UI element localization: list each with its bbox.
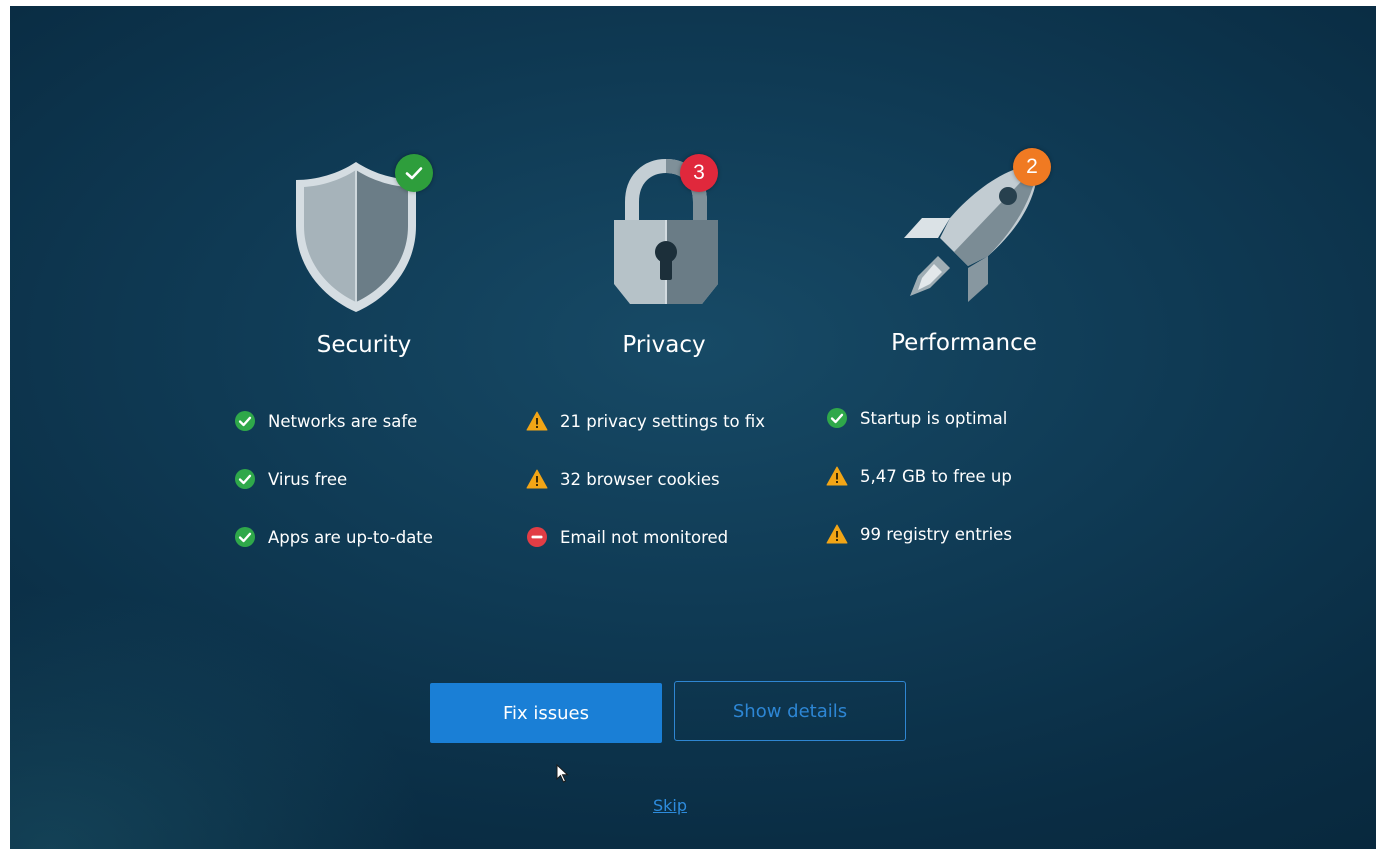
privacy-title: Privacy: [622, 332, 706, 358]
status-text: Networks are safe: [268, 411, 418, 431]
performance-badge: 2: [1013, 148, 1051, 186]
status-text: 99 registry entries: [860, 524, 1012, 544]
security-badge: [395, 154, 433, 192]
status-text: Virus free: [268, 469, 348, 489]
status-text: 5,47 GB to free up: [860, 466, 1012, 486]
status-item: 99 registry entries: [826, 505, 1012, 563]
performance-status-list: Startup is optimal 5,47 GB to free up 99…: [826, 389, 1012, 563]
check-circle-icon: [234, 410, 256, 432]
status-item: Apps are up-to-date: [234, 508, 433, 566]
mouse-pointer-icon: [556, 763, 570, 788]
warning-icon: [826, 465, 848, 487]
status-text: Apps are up-to-date: [268, 527, 433, 547]
status-text: 32 browser cookies: [560, 469, 720, 489]
fix-issues-button[interactable]: Fix issues: [430, 683, 662, 743]
minus-circle-icon: [526, 526, 548, 548]
privacy-status-list: 21 privacy settings to fix 32 browser co…: [526, 392, 765, 566]
status-item: Email not monitored: [526, 508, 765, 566]
scan-results-screen: Security Networks are safe Virus free Ap…: [10, 6, 1376, 849]
performance-title: Performance: [891, 330, 1037, 356]
security-title: Security: [316, 332, 412, 358]
status-item: Virus free: [234, 450, 433, 508]
skip-link[interactable]: Skip: [610, 796, 730, 815]
privacy-badge: 3: [680, 154, 718, 192]
warning-icon: [526, 468, 548, 490]
security-status-list: Networks are safe Virus free Apps are up…: [234, 392, 433, 566]
show-details-button[interactable]: Show details: [674, 681, 906, 741]
status-item: Networks are safe: [234, 392, 433, 450]
status-item: 32 browser cookies: [526, 450, 765, 508]
check-circle-icon: [826, 407, 848, 429]
status-text: Startup is optimal: [860, 408, 1008, 428]
warning-icon: [526, 410, 548, 432]
status-item: 21 privacy settings to fix: [526, 392, 765, 450]
status-item: 5,47 GB to free up: [826, 447, 1012, 505]
check-circle-icon: [234, 526, 256, 548]
status-text: 21 privacy settings to fix: [560, 411, 766, 431]
warning-icon: [826, 523, 848, 545]
status-text: Email not monitored: [560, 527, 729, 547]
check-circle-icon: [234, 468, 256, 490]
status-item: Startup is optimal: [826, 389, 1012, 447]
